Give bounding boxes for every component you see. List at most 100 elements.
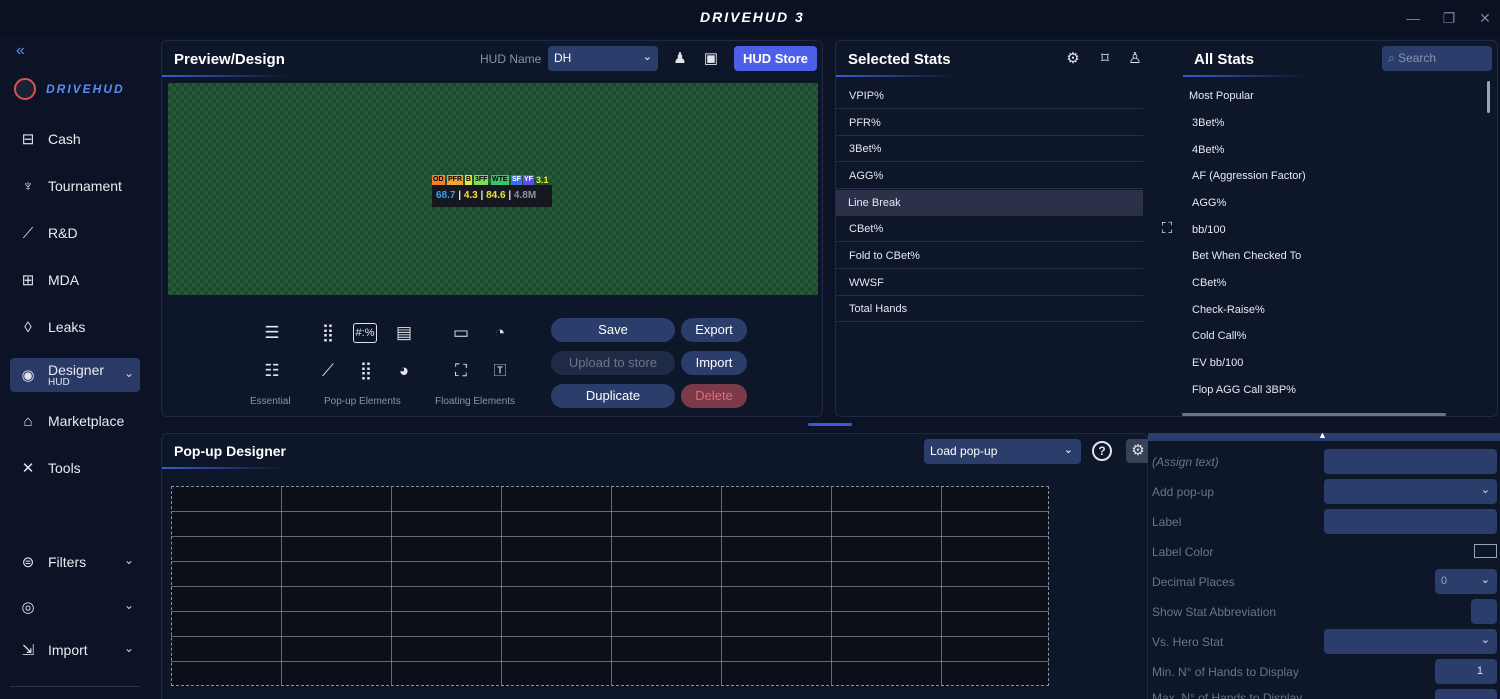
restore-icon[interactable]: ❐ — [1434, 6, 1464, 30]
minimize-icon[interactable]: — — [1398, 6, 1428, 30]
label-color-swatch[interactable] — [1474, 544, 1497, 558]
upload-to-store-button[interactable]: Upload to store — [551, 351, 675, 375]
gear-icon[interactable]: ⚙ — [1062, 48, 1084, 70]
vertical-scrollbar[interactable] — [1487, 81, 1490, 113]
sidebar-item-cash[interactable]: ⊟ Cash — [10, 122, 140, 156]
import-button[interactable]: Import — [681, 351, 747, 375]
load-popup-select[interactable]: Load pop-up ⌄ — [924, 439, 1081, 464]
sidebar-item-marketplace[interactable]: ⌂ Marketplace — [10, 404, 140, 438]
all-stat-item[interactable]: Cold Call% — [1192, 330, 1246, 342]
selected-stat-row[interactable]: Line Break — [836, 190, 1143, 216]
sidebar-item-label-group: Designer HUD — [48, 363, 104, 388]
user-icon[interactable]: ♙ — [1124, 48, 1146, 70]
title-underline — [162, 75, 292, 77]
all-stat-item[interactable]: Bet When Checked To — [1192, 250, 1301, 262]
duplicate-button[interactable]: Duplicate — [551, 384, 675, 408]
selected-stat-row[interactable]: Fold to CBet% — [836, 243, 1143, 269]
text-block-icon[interactable]: ☰ — [259, 321, 285, 345]
panel-splitter[interactable] — [808, 423, 852, 426]
popup-design-grid[interactable] — [171, 486, 1049, 686]
pie-chart-icon[interactable]: ◕ — [391, 359, 417, 383]
hud-widget[interactable]: OD PFR B 3FF WTE SF YF 3.1 68.7 | 4.3 | … — [432, 175, 552, 207]
line-chart-icon[interactable]: ⟋ — [315, 359, 341, 383]
stat-value-icon[interactable]: #:% — [353, 323, 377, 343]
help-icon[interactable]: ? — [1092, 441, 1112, 461]
swap-icon[interactable]: ⛶ — [1156, 218, 1178, 240]
heatmap-icon[interactable]: ⣿ — [353, 359, 379, 383]
add-popup-select[interactable]: ⌄ — [1324, 479, 1497, 504]
chevron-down-icon: ⌄ — [1480, 634, 1490, 646]
chevron-down-icon: ⌄ — [1480, 574, 1490, 586]
chevron-down-icon: ⌄ — [642, 51, 652, 63]
sidebar-item-tournament[interactable]: ♆ Tournament — [10, 169, 140, 203]
hud-tag: 3FF — [474, 175, 489, 185]
save-button[interactable]: Save — [551, 318, 675, 342]
import-icon: ⇲ — [21, 642, 35, 659]
sidebar-item-filters[interactable]: ⊜ Filters ⌄ — [10, 545, 140, 579]
sidebar-item-import[interactable]: ⇲ Import ⌄ — [10, 633, 140, 667]
filter-icon: ⊜ — [21, 554, 35, 571]
sidebar-item-mda[interactable]: ⊞ MDA — [10, 263, 140, 297]
chevron-up-icon[interactable]: ▲ — [1318, 430, 1327, 440]
gauge-icon[interactable]: ◔ — [487, 321, 513, 345]
chevron-down-icon: ⌄ — [123, 553, 134, 567]
eye-icon: ◉ — [21, 367, 35, 384]
user-icon: ◎ — [21, 599, 35, 616]
selected-stat-row[interactable]: AGG% — [836, 163, 1143, 189]
selected-stat-row[interactable]: Total Hands — [836, 296, 1143, 322]
hud-name-select[interactable]: DH ⌄ — [548, 46, 658, 71]
id-card-icon[interactable]: ▭ — [448, 321, 474, 345]
hud-preview-canvas[interactable]: OD PFR B 3FF WTE SF YF 3.1 68.7 | 4.3 | … — [168, 83, 818, 295]
min-hands-stepper[interactable]: 1 — [1435, 659, 1497, 684]
all-stat-item[interactable]: EV bb/100 — [1192, 357, 1243, 369]
selected-stat-row[interactable]: WWSF — [836, 270, 1143, 296]
selected-stat-row[interactable]: CBet% — [836, 216, 1143, 242]
show-abbrev-checkbox[interactable] — [1471, 599, 1497, 624]
all-stat-item[interactable]: AF (Aggression Factor) — [1192, 170, 1306, 182]
search-placeholder: Search — [1398, 51, 1437, 65]
video-icon[interactable]: ▣ — [700, 48, 722, 70]
grid-icon[interactable]: ⣿ — [315, 321, 341, 345]
collapse-sidebar-icon[interactable]: « — [16, 42, 25, 60]
horizontal-scrollbar[interactable] — [1182, 413, 1446, 416]
text-tool-icon[interactable]: 🅃 — [487, 359, 513, 383]
hud-avatar-icon[interactable]: ♟ — [669, 48, 691, 70]
stats-panel: Selected Stats ⚙ ⌑ ♙ VPIP% PFR% 3Bet% AG… — [835, 40, 1498, 417]
sidebar-item-leaks[interactable]: ◊ Leaks — [10, 310, 140, 344]
all-stat-item[interactable]: CBet% — [1192, 277, 1226, 289]
delete-button[interactable]: Delete — [681, 384, 747, 408]
frame-icon[interactable]: ⛶ — [448, 359, 474, 383]
gear-icon[interactable]: ⚙ — [1126, 439, 1150, 463]
all-stat-item[interactable]: 3Bet% — [1192, 117, 1224, 129]
close-icon[interactable]: ✕ — [1470, 6, 1500, 30]
selected-stat-row[interactable]: VPIP% — [836, 83, 1143, 109]
assign-text-input[interactable] — [1324, 449, 1497, 474]
all-stat-item[interactable]: Check-Raise% — [1192, 304, 1265, 316]
export-button[interactable]: Export — [681, 318, 747, 342]
sidebar-item-label: MDA — [48, 272, 80, 288]
hud-tag: SF — [511, 175, 522, 185]
sidebar-item-account[interactable]: ◎ ⌄ — [10, 590, 140, 624]
all-stat-item[interactable]: 4Bet% — [1192, 144, 1224, 156]
vs-hero-select[interactable]: ⌄ — [1324, 629, 1497, 654]
decimal-places-select[interactable]: 0 ⌄ — [1435, 569, 1497, 594]
all-stat-item[interactable]: AGG% — [1192, 197, 1226, 209]
all-stat-item[interactable]: bb/100 — [1192, 224, 1226, 236]
table-icon[interactable]: ☷ — [259, 359, 285, 383]
tool-group-caption: Essential — [250, 396, 291, 407]
selected-stat-row[interactable]: PFR% — [836, 110, 1143, 136]
tag-icon[interactable]: ⌑ — [1094, 48, 1116, 70]
selected-stat-row[interactable]: 3Bet% — [836, 136, 1143, 162]
hud-store-button[interactable]: HUD Store — [734, 46, 817, 71]
sidebar-item-label: Tournament — [48, 178, 122, 194]
max-hands-stepper[interactable] — [1435, 689, 1497, 699]
search-input[interactable]: ⌕ Search — [1382, 46, 1492, 71]
document-icon[interactable]: ▤ — [391, 321, 417, 345]
sidebar-item-designer[interactable]: ◉ Designer HUD ⌄ — [10, 358, 140, 392]
sidebar-item-label: Filters — [48, 554, 87, 570]
sidebar-item-tools[interactable]: ✕ Tools — [10, 451, 140, 485]
label-input[interactable] — [1324, 509, 1497, 534]
all-stat-item[interactable]: Flop AGG Call 3BP% — [1192, 384, 1296, 396]
all-stats-group[interactable]: Most Popular — [1189, 90, 1254, 102]
sidebar-item-rnd[interactable]: ⟋ R&D — [10, 216, 140, 250]
